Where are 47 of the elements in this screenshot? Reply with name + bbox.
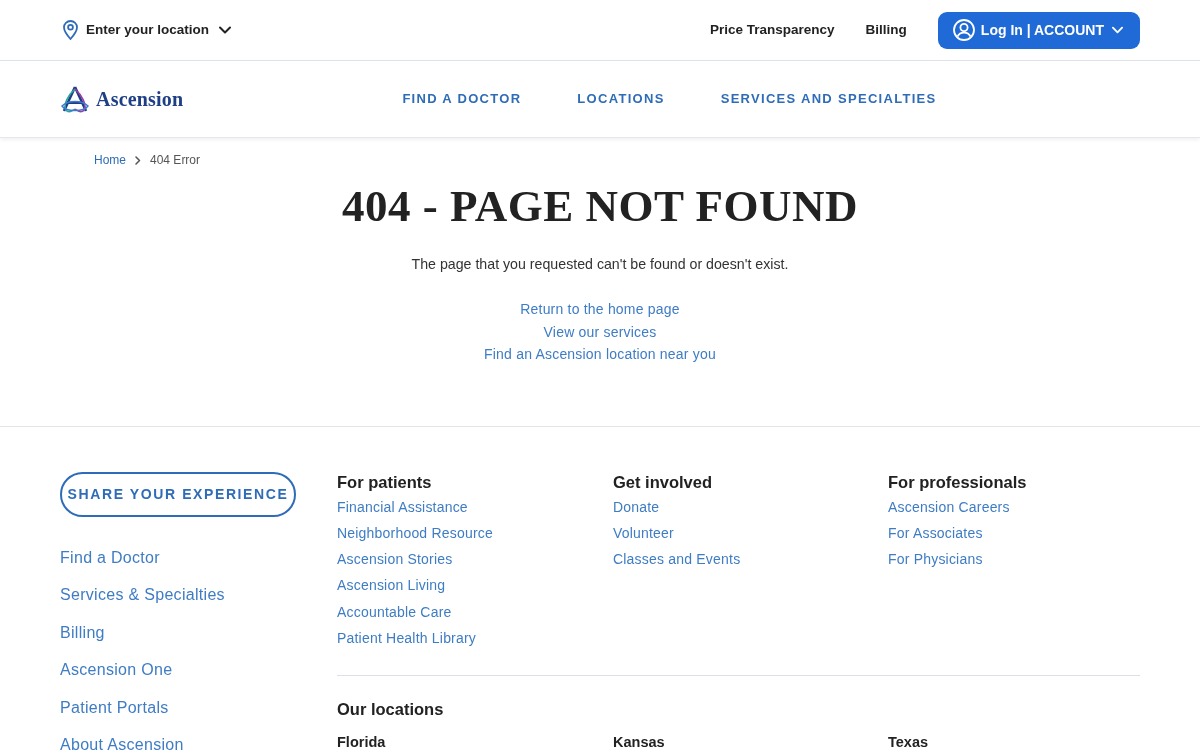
footer-link[interactable]: Patient Health Library	[337, 625, 477, 652]
footer-link[interactable]: Billing	[60, 613, 105, 651]
state-heading: Florida	[337, 734, 386, 750]
footer-link[interactable]: Find a Doctor	[60, 538, 160, 576]
nav-link[interactable]: FIND A DOCTOR	[402, 89, 522, 109]
footer-heading: For professionals	[888, 471, 1027, 493]
location-pin-icon	[63, 20, 78, 40]
breadcrumb-link[interactable]: Home	[94, 151, 126, 169]
footer-heading: For patients	[337, 471, 432, 493]
state-heading: Kansas	[613, 734, 665, 750]
triangle-logo-icon	[60, 85, 90, 113]
footer-link[interactable]: Patient Portals	[60, 688, 169, 726]
top-link[interactable]: Billing	[865, 19, 907, 41]
footer-link[interactable]: Ascension Stories	[337, 546, 453, 573]
chevron-down-icon	[1112, 26, 1123, 34]
help-link[interactable]: View our services	[543, 320, 657, 343]
footer-link[interactable]: Donate	[613, 493, 660, 520]
footer-link[interactable]: Classes and Events	[613, 546, 741, 573]
nav-link[interactable]: SERVICES AND SPECIALTIES	[720, 89, 937, 109]
location-selector[interactable]: Enter your location	[63, 19, 232, 41]
error-message: The page that you requested can't be found or doesn't exist.	[411, 255, 789, 274]
footer-link[interactable]: Volunteer	[613, 519, 674, 547]
footer-link[interactable]: Accountable Care	[337, 598, 452, 625]
page-heading: 404 - PAGE NOT FOUND	[342, 180, 858, 233]
footer-link[interactable]: Ascension Careers	[888, 493, 1010, 520]
nav-link[interactable]: LOCATIONS	[577, 89, 665, 109]
share-experience-button[interactable]: SHARE YOUR EXPERIENCE	[60, 471, 296, 517]
logo[interactable]: Ascension	[60, 84, 184, 114]
footer-heading: Get involved	[613, 471, 713, 493]
footer-link[interactable]: For Associates	[888, 519, 983, 547]
footer-link[interactable]: For Physicians	[888, 546, 983, 573]
state-heading: Texas	[888, 734, 929, 750]
help-link[interactable]: Return to the home page	[520, 298, 680, 321]
footer-link[interactable]: About Ascension	[60, 726, 184, 750]
user-circle-icon	[952, 19, 975, 41]
breadcrumb-current: 404 Error	[150, 152, 201, 169]
footer-link[interactable]: Services & Specialties	[60, 576, 225, 614]
footer-link[interactable]: Neighborhood Resource	[337, 519, 493, 547]
chevron-down-icon	[219, 26, 232, 34]
account-button[interactable]: Log In | ACCOUNT	[937, 11, 1140, 49]
footer-link[interactable]: Financial Assistance	[337, 493, 468, 520]
footer-link[interactable]: Ascension One	[60, 651, 173, 689]
chevron-right-icon	[135, 155, 141, 165]
help-link[interactable]: Find an Ascension location near you	[484, 343, 716, 366]
footer-link[interactable]: Ascension Living	[337, 572, 446, 599]
top-link[interactable]: Price Transparency	[710, 19, 835, 41]
footer-heading: Our locations	[337, 699, 444, 721]
